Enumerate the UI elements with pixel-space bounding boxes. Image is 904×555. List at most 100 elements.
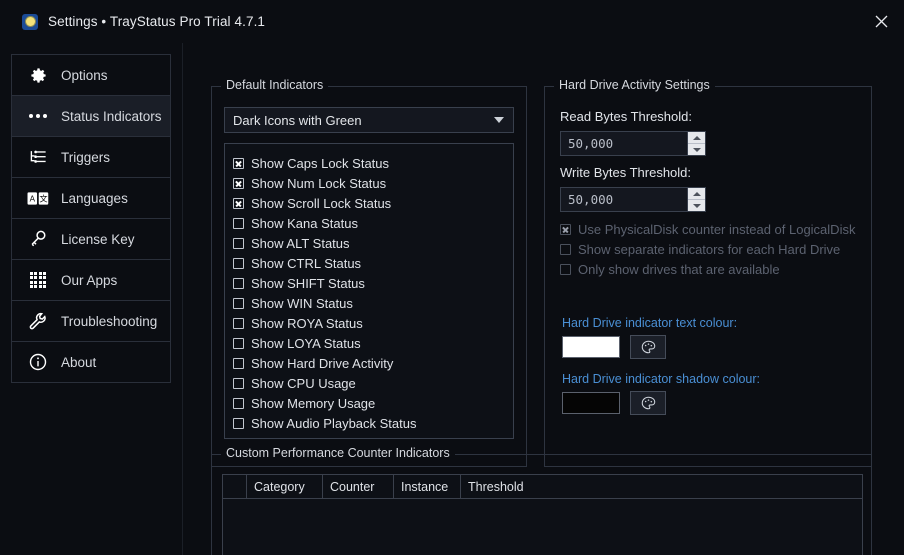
indicator-checkbox-label: Show Kana Status — [251, 215, 358, 231]
translate-icon: A 文 — [26, 187, 50, 209]
checkbox-checked-icon[interactable] — [233, 157, 244, 169]
checkbox-unchecked-icon[interactable] — [233, 257, 244, 269]
write-bytes-stepper[interactable]: 50,000 — [560, 187, 706, 212]
title-bar: Settings • TrayStatus Pro Trial 4.7.1 — [0, 0, 904, 43]
spin-down-icon[interactable] — [688, 200, 705, 211]
checkbox-checked-icon — [560, 223, 571, 235]
custom-counters-table[interactable]: Category Counter Instance Threshold — [222, 474, 863, 555]
dots-icon — [26, 105, 50, 127]
indicator-checkbox-row[interactable]: Show Kana Status — [233, 213, 513, 233]
table-header-row: Category Counter Instance Threshold — [223, 475, 862, 499]
write-bytes-spin-arrows[interactable] — [687, 188, 705, 211]
main-content: Default Indicators Dark Icons with Green… — [183, 43, 904, 555]
indicator-checklist[interactable]: Show Caps Lock Status Show Num Lock Statu… — [224, 143, 514, 439]
indicator-checkbox-label: Show Caps Lock Status — [251, 155, 390, 171]
read-bytes-stepper[interactable]: 50,000 — [560, 131, 706, 156]
sidebar-item-label: Options — [61, 67, 108, 83]
checkbox-unchecked-icon[interactable] — [233, 397, 244, 409]
indicator-checkbox-label: Show ROYA Status — [251, 315, 363, 331]
column-header-select[interactable] — [223, 475, 247, 498]
text-colour-swatch[interactable] — [562, 336, 620, 358]
indicator-checkbox-label: Show Scroll Lock Status — [251, 195, 392, 211]
indicator-checkbox-row[interactable]: Show CPU Usage — [233, 373, 513, 393]
read-bytes-spin-arrows[interactable] — [687, 132, 705, 155]
indicator-checkbox-row[interactable]: Show LOYA Status — [233, 333, 513, 353]
write-bytes-value: 50,000 — [568, 192, 614, 207]
sidebar-item-label: Languages — [61, 190, 128, 206]
indicator-checkbox-row[interactable]: Show ROYA Status — [233, 313, 513, 333]
indicator-checkbox-label: Show WIN Status — [251, 295, 353, 311]
indicator-checkbox-row[interactable]: Show ALT Status — [233, 233, 513, 253]
column-header-counter[interactable]: Counter — [323, 475, 394, 498]
sidebar-item-troubleshooting[interactable]: Troubleshooting — [12, 301, 170, 342]
indicator-checkbox-row[interactable]: Show Caps Lock Status — [233, 153, 513, 173]
custom-counters-group: Custom Performance Counter Indicators Ca… — [211, 446, 872, 555]
checkbox-checked-icon[interactable] — [233, 177, 244, 189]
checkbox-unchecked-icon[interactable] — [233, 217, 244, 229]
wrench-icon — [26, 310, 50, 332]
indicator-checkbox-row[interactable]: Show Scroll Lock Status — [233, 193, 513, 213]
key-icon — [26, 228, 50, 250]
indicator-checkbox-row[interactable]: Show Audio Playback Status — [233, 413, 513, 433]
shadow-colour-swatch[interactable] — [562, 392, 620, 414]
indicator-checkbox-row[interactable]: Show WIN Status — [233, 293, 513, 313]
indicator-checkbox-row[interactable]: Show Memory Usage — [233, 393, 513, 413]
traystatus-icon — [22, 13, 38, 30]
info-circle-icon — [26, 351, 50, 373]
settings-window: Settings • TrayStatus Pro Trial 4.7.1 Op… — [0, 0, 904, 555]
triggers-list-icon — [26, 146, 50, 168]
indicator-checkbox-row[interactable]: Show Num Lock Status — [233, 173, 513, 193]
indicator-checkbox-label: Show ALT Status — [251, 235, 350, 251]
hard-drive-checkbox-row: Use PhysicalDisk counter instead of Logi… — [560, 219, 855, 239]
hard-drive-legend: Hard Drive Activity Settings — [554, 78, 715, 92]
sidebar-item-languages[interactable]: A 文 Languages — [12, 178, 170, 219]
checkbox-unchecked-icon[interactable] — [233, 277, 244, 289]
indicator-checkbox-label: Show CTRL Status — [251, 255, 362, 271]
grid-apps-icon — [26, 269, 50, 291]
sidebar-nav: Options Status Indicators Triggers A 文 L… — [11, 54, 171, 383]
column-header-instance[interactable]: Instance — [394, 475, 461, 498]
sidebar-item-triggers[interactable]: Triggers — [12, 137, 170, 178]
sidebar-item-license-key[interactable]: License Key — [12, 219, 170, 260]
sidebar-item-status-indicators[interactable]: Status Indicators — [12, 96, 170, 137]
sidebar-item-label: Our Apps — [61, 272, 118, 288]
read-bytes-label: Read Bytes Threshold: — [560, 109, 692, 124]
spin-up-icon[interactable] — [688, 132, 705, 143]
custom-counters-legend: Custom Performance Counter Indicators — [221, 446, 455, 460]
sidebar-item-label: Status Indicators — [61, 108, 162, 124]
indicator-checkbox-row[interactable]: Show CTRL Status — [233, 253, 513, 273]
indicator-checkbox-row[interactable]: Show SHIFT Status — [233, 273, 513, 293]
sidebar-item-options[interactable]: Options — [12, 55, 170, 96]
text-colour-palette-button[interactable] — [630, 335, 666, 359]
hard-drive-checkbox-row: Show separate indicators for each Hard D… — [560, 239, 840, 259]
checkbox-unchecked-icon — [560, 243, 571, 255]
checkbox-unchecked-icon[interactable] — [233, 417, 244, 429]
sidebar-item-about[interactable]: About — [12, 342, 170, 383]
checkbox-unchecked-icon[interactable] — [233, 237, 244, 249]
hard-drive-checkbox-label: Only show drives that are available — [578, 261, 780, 277]
indicator-checkbox-label: Show Audio Playback Status — [251, 415, 417, 431]
checkbox-unchecked-icon[interactable] — [233, 297, 244, 309]
checkbox-unchecked-icon[interactable] — [233, 357, 244, 369]
sidebar-item-our-apps[interactable]: Our Apps — [12, 260, 170, 301]
theme-select[interactable]: Dark Icons with Green — [224, 107, 514, 133]
spin-down-icon[interactable] — [688, 144, 705, 155]
text-colour-label: Hard Drive indicator text colour: — [562, 316, 738, 330]
checkbox-unchecked-icon[interactable] — [233, 317, 244, 329]
column-header-category[interactable]: Category — [247, 475, 323, 498]
checkbox-unchecked-icon[interactable] — [233, 377, 244, 389]
hard-drive-checkbox-label: Show separate indicators for each Hard D… — [578, 241, 841, 257]
shadow-colour-palette-button[interactable] — [630, 391, 666, 415]
spin-up-icon[interactable] — [688, 188, 705, 199]
chevron-down-icon — [494, 117, 504, 123]
column-header-threshold[interactable]: Threshold — [461, 475, 862, 498]
hard-drive-settings-group: Hard Drive Activity Settings Read Bytes … — [544, 78, 872, 467]
checkbox-unchecked-icon[interactable] — [233, 337, 244, 349]
palette-icon — [641, 340, 655, 353]
indicator-checkbox-row[interactable]: Show Hard Drive Activity — [233, 353, 513, 373]
indicator-checkbox-label: Show Memory Usage — [251, 395, 376, 411]
close-icon[interactable] — [858, 0, 904, 43]
sidebar-item-label: About — [61, 354, 97, 370]
checkbox-checked-icon[interactable] — [233, 197, 244, 209]
window-title: Settings • TrayStatus Pro Trial 4.7.1 — [48, 14, 266, 29]
